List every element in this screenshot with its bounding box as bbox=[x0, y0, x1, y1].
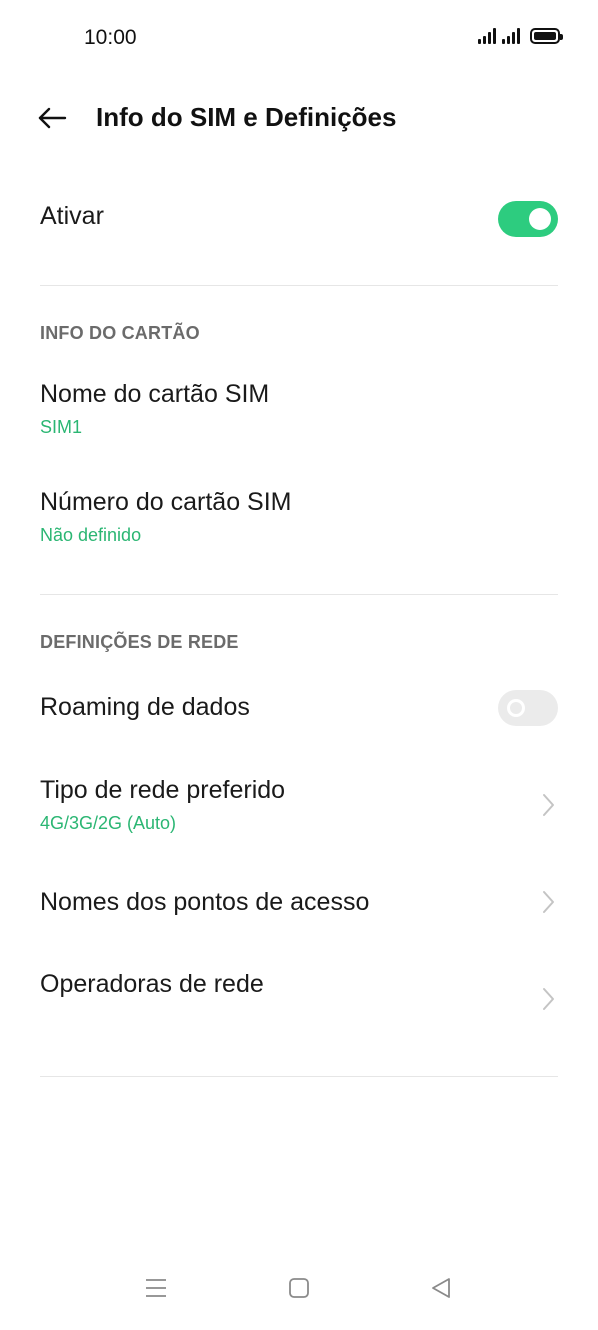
toggle-knob bbox=[507, 699, 525, 717]
divider bbox=[40, 594, 558, 595]
header: Info do SIM e Definições bbox=[0, 90, 598, 146]
chevron-right-icon bbox=[543, 891, 554, 913]
sim-name-row[interactable]: Nome do cartão SIM SIM1 bbox=[40, 380, 558, 438]
operators-row[interactable]: Operadoras de rede bbox=[40, 970, 558, 999]
nav-bar bbox=[0, 1250, 598, 1330]
section-title-network: DEFINIÇÕES DE REDE bbox=[40, 632, 239, 652]
operators-label: Operadoras de rede bbox=[40, 970, 264, 998]
preferred-network-row[interactable]: Tipo de rede preferido 4G/3G/2G (Auto) bbox=[40, 776, 558, 834]
chevron-right-icon bbox=[543, 794, 554, 816]
sim-number-row[interactable]: Número do cartão SIM Não definido bbox=[40, 488, 558, 546]
status-bar: 10:00 bbox=[0, 0, 598, 76]
activate-label: Ativar bbox=[40, 202, 104, 230]
sim-name-label: Nome do cartão SIM bbox=[40, 380, 270, 408]
preferred-network-value: 4G/3G/2G (Auto) bbox=[40, 813, 177, 833]
menu-icon bbox=[146, 1279, 166, 1297]
menu-button[interactable] bbox=[136, 1268, 176, 1308]
signal-icon bbox=[478, 28, 496, 44]
apn-row[interactable]: Nomes dos pontos de acesso bbox=[40, 888, 558, 917]
battery-icon bbox=[530, 28, 563, 44]
back-nav-button[interactable] bbox=[421, 1268, 461, 1308]
home-icon bbox=[289, 1278, 309, 1298]
toggle-knob bbox=[529, 208, 551, 230]
chevron-right-icon bbox=[543, 988, 554, 1010]
back-button[interactable] bbox=[34, 100, 70, 136]
activate-row[interactable]: Ativar bbox=[40, 202, 558, 242]
section-title-card-info: INFO DO CARTÃO bbox=[40, 323, 200, 343]
divider bbox=[40, 1076, 558, 1077]
preferred-network-label: Tipo de rede preferido bbox=[40, 776, 286, 804]
home-button[interactable] bbox=[279, 1268, 319, 1308]
sim-number-value: Não definido bbox=[40, 525, 142, 545]
signal-icon bbox=[502, 28, 520, 44]
apn-label: Nomes dos pontos de acesso bbox=[40, 888, 370, 916]
sim-number-label: Número do cartão SIM bbox=[40, 488, 292, 516]
activate-toggle[interactable] bbox=[498, 201, 558, 237]
back-triangle-icon bbox=[432, 1278, 450, 1298]
sim-name-value: SIM1 bbox=[40, 417, 83, 437]
status-icons bbox=[478, 28, 563, 44]
status-time: 10:00 bbox=[84, 26, 137, 49]
roaming-toggle[interactable] bbox=[498, 690, 558, 726]
roaming-label: Roaming de dados bbox=[40, 693, 250, 721]
page-title: Info do SIM e Definições bbox=[96, 102, 397, 132]
roaming-row[interactable]: Roaming de dados bbox=[40, 693, 558, 722]
arrow-left-icon bbox=[38, 107, 67, 129]
divider bbox=[40, 285, 558, 286]
